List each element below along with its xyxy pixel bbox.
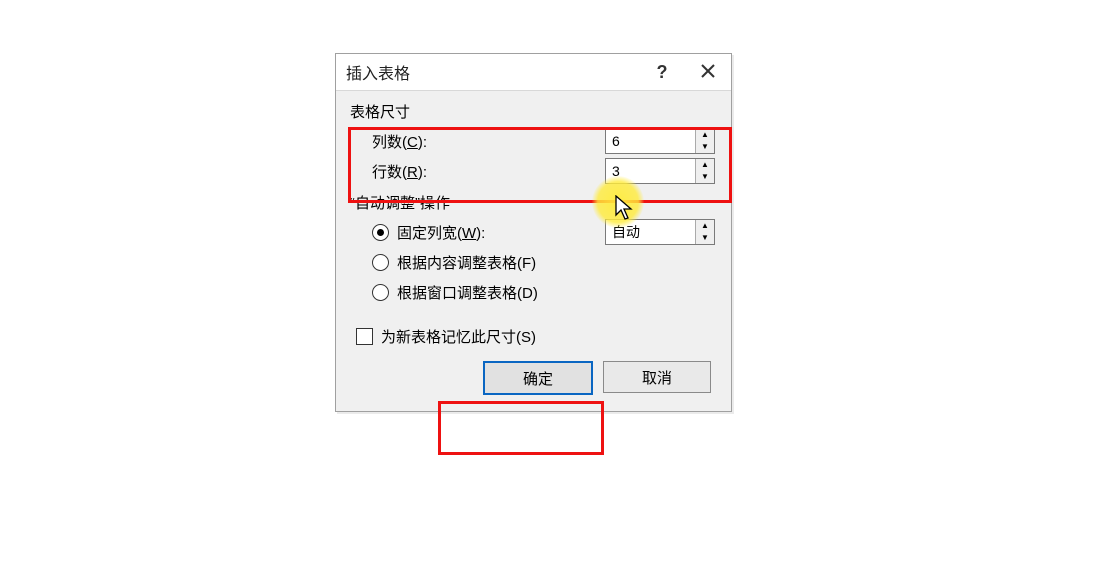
rows-value[interactable]: 3 (606, 163, 695, 179)
columns-hotkey: C (407, 134, 418, 151)
columns-value[interactable]: 6 (606, 133, 695, 149)
autofit-fixed-label: 固定列宽(W): (397, 222, 485, 243)
content-post: ) (531, 255, 536, 272)
radio-icon[interactable] (372, 224, 389, 241)
columns-label: 列数(C): (372, 131, 605, 152)
autofit-window-label: 根据窗口调整表格(D) (397, 282, 538, 303)
fixed-pre: 固定列宽( (397, 225, 462, 242)
help-button[interactable]: ? (639, 54, 685, 90)
chevron-up-icon[interactable]: ▲ (696, 159, 714, 171)
rows-label-pre: 行数( (372, 164, 407, 181)
window-pre: 根据窗口调整表格( (397, 285, 522, 302)
window-hotkey: D (522, 285, 533, 302)
dialog-buttons: 确定 取消 (336, 361, 731, 397)
rows-row: 行数(R): 3 ▲ ▼ (336, 156, 731, 186)
autofit-window-row[interactable]: 根据窗口调整表格(D) (336, 277, 731, 307)
autofit-content-row[interactable]: 根据内容调整表格(F) (336, 247, 731, 277)
fixed-width-value[interactable]: 自动 (606, 222, 695, 242)
rows-hotkey: R (407, 164, 418, 181)
fixed-hotkey: W (462, 225, 476, 242)
content-pre: 根据内容调整表格( (397, 255, 522, 272)
chevron-down-icon[interactable]: ▼ (696, 171, 714, 183)
rows-stepper[interactable]: 3 ▲ ▼ (605, 158, 715, 184)
checkbox-icon[interactable] (356, 328, 373, 345)
radio-icon[interactable] (372, 284, 389, 301)
radio-icon[interactable] (372, 254, 389, 271)
chevron-up-icon[interactable]: ▲ (696, 129, 714, 141)
fixed-width-stepper[interactable]: 自动 ▲ ▼ (605, 219, 715, 245)
titlebar: 插入表格 ? (336, 54, 731, 91)
remember-label: 为新表格记忆此尺寸(S) (381, 326, 536, 347)
content-hotkey: F (522, 255, 531, 272)
autofit-fixed-option[interactable]: 固定列宽(W): (372, 222, 605, 243)
rows-label-post: ): (418, 164, 427, 181)
remember-row[interactable]: 为新表格记忆此尺寸(S) (336, 321, 731, 351)
rows-stepper-arrows[interactable]: ▲ ▼ (695, 159, 714, 183)
rows-label: 行数(R): (372, 161, 605, 182)
window-post: ) (533, 285, 538, 302)
chevron-down-icon[interactable]: ▼ (696, 232, 714, 244)
columns-stepper[interactable]: 6 ▲ ▼ (605, 128, 715, 154)
remember-hotkey: S (521, 329, 531, 346)
dialog-title: 插入表格 (346, 60, 639, 84)
remember-pre: 为新表格记忆此尺寸( (381, 329, 521, 346)
insert-table-dialog: 插入表格 ? 表格尺寸 列数(C): 6 ▲ ▼ 行数(R): (335, 53, 732, 412)
columns-label-post: ): (418, 134, 427, 151)
fixed-width-arrows[interactable]: ▲ ▼ (695, 220, 714, 244)
columns-stepper-arrows[interactable]: ▲ ▼ (695, 129, 714, 153)
fixed-post: ): (476, 225, 485, 242)
section-size-label: 表格尺寸 (336, 95, 731, 126)
section-autofit-label: “自动调整”操作 (336, 186, 731, 217)
dialog-body: 表格尺寸 列数(C): 6 ▲ ▼ 行数(R): 3 ▲ ▼ (336, 91, 731, 411)
close-icon (701, 62, 715, 83)
remember-post: ) (531, 329, 536, 346)
chevron-down-icon[interactable]: ▼ (696, 141, 714, 153)
columns-label-pre: 列数( (372, 134, 407, 151)
autofit-fixed-row: 固定列宽(W): 自动 ▲ ▼ (336, 217, 731, 247)
ok-button[interactable]: 确定 (483, 361, 593, 395)
autofit-content-label: 根据内容调整表格(F) (397, 252, 536, 273)
chevron-up-icon[interactable]: ▲ (696, 220, 714, 232)
columns-row: 列数(C): 6 ▲ ▼ (336, 126, 731, 156)
close-button[interactable] (685, 54, 731, 90)
cancel-button[interactable]: 取消 (603, 361, 711, 393)
